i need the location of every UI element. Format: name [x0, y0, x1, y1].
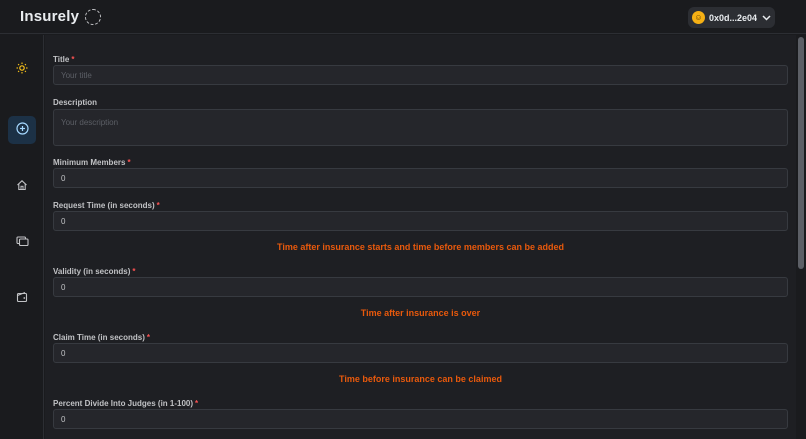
request-time-input[interactable]: 0: [53, 211, 788, 231]
required-mark: *: [127, 158, 131, 167]
cards-icon: [15, 235, 29, 250]
home-icon: [16, 179, 28, 194]
claim-time-input[interactable]: 0: [53, 343, 788, 363]
min-members-input[interactable]: 0: [53, 168, 788, 188]
request-time-label: Request Time (in seconds) *: [53, 201, 160, 210]
description-textarea[interactable]: Your description: [53, 109, 788, 146]
wallet-icon: [16, 291, 28, 306]
required-mark: *: [156, 201, 160, 210]
brand[interactable]: Insurely: [20, 8, 102, 25]
request-time-hint: Time after insurance starts and time bef…: [277, 242, 564, 252]
page-scrollbar[interactable]: [796, 35, 806, 439]
percent-judges-input[interactable]: 0: [53, 409, 788, 429]
validity-input[interactable]: 0: [53, 277, 788, 297]
sun-icon: [16, 62, 28, 77]
brand-name: Insurely: [20, 8, 80, 25]
description-label: Description: [53, 98, 98, 107]
wallet-avatar-icon: ☺: [692, 11, 705, 24]
sidebar-nav: [0, 35, 44, 439]
required-mark: *: [195, 399, 199, 408]
theme-toggle-button[interactable]: [8, 55, 36, 83]
validity-label: Validity (in seconds) *: [53, 267, 136, 276]
wallet-address: 0x0d...2e04: [709, 12, 758, 23]
required-mark: *: [132, 267, 136, 276]
scrollbar-thumb[interactable]: [798, 37, 804, 269]
chevron-down-icon: [762, 13, 771, 23]
title-label: Title *: [53, 55, 75, 64]
brand-logo-icon: [85, 8, 102, 25]
sidebar-item-create[interactable]: [8, 116, 36, 144]
app-header: Insurely ☺ 0x0d...2e04: [0, 0, 806, 34]
wallet-button[interactable]: ☺ 0x0d...2e04: [688, 7, 775, 28]
sidebar-item-wallet[interactable]: [8, 284, 36, 312]
min-members-label: Minimum Members *: [53, 158, 131, 167]
percent-judges-label: Percent Divide Into Judges (in 1-100) *: [53, 399, 199, 408]
claim-time-label: Claim Time (in seconds) *: [53, 333, 150, 342]
title-input[interactable]: Your title: [53, 65, 788, 85]
sidebar-item-home[interactable]: [8, 172, 36, 200]
validity-hint: Time after insurance is over: [360, 308, 481, 318]
claim-time-hint: Time before insurance can be claimed: [339, 374, 502, 384]
required-mark: *: [71, 55, 75, 64]
sidebar-item-policies[interactable]: [8, 228, 36, 256]
required-mark: *: [146, 333, 150, 342]
plus-circle-icon: [15, 122, 29, 138]
